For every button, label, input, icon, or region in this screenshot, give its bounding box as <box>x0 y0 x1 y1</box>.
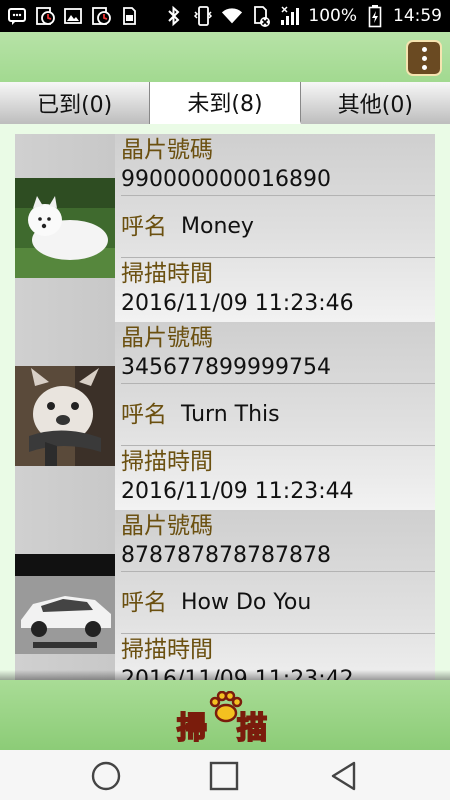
sim-icon <box>118 5 140 27</box>
chip-label: 晶片號碼 <box>121 512 213 539</box>
bluetooth-icon <box>163 5 185 27</box>
signal-icon <box>279 5 301 27</box>
pet-info: 晶片號碼 878787878787878 呼名 How Do You 掃描時間 … <box>115 510 435 680</box>
chip-row: 晶片號碼 345677899999754 <box>121 322 435 384</box>
pet-info: 晶片號碼 990000000016890 呼名 Money 掃描時間 2016/… <box>115 134 435 322</box>
scan-time-label: 掃描時間 <box>121 637 213 663</box>
name-row: 呼名 Turn This <box>121 384 435 446</box>
app-bar <box>0 32 450 82</box>
scan-logo-char: 掃 <box>176 710 208 747</box>
vibrate-icon <box>192 5 214 27</box>
pet-photo <box>15 510 115 680</box>
scan-time-row: 掃描時間 2016/11/09 11:23:46 <box>121 258 435 320</box>
image-icon <box>62 5 84 27</box>
pet-photo <box>15 322 115 510</box>
list-item[interactable]: 晶片號碼 990000000016890 呼名 Money 掃描時間 2016/… <box>15 134 435 322</box>
scan-time-label: 掃描時間 <box>121 449 213 475</box>
status-time: 14:59 <box>393 6 442 26</box>
list-item[interactable]: 晶片號碼 345677899999754 呼名 Turn This 掃描時間 2… <box>15 322 435 510</box>
name-row: 呼名 How Do You <box>121 572 435 634</box>
scan-time-row: 掃描時間 2016/11/09 11:23:44 <box>121 446 435 508</box>
clock-icon <box>34 5 56 27</box>
battery-icon <box>364 5 386 28</box>
menu-dot <box>421 55 427 61</box>
chip-row: 晶片號碼 990000000016890 <box>121 134 435 196</box>
clock-icon <box>90 5 112 27</box>
chip-number: 345677899999754 <box>121 354 331 380</box>
bottom-bar: 掃 描 <box>0 670 450 750</box>
pet-name: Turn This <box>181 401 280 427</box>
pet-info: 晶片號碼 345677899999754 呼名 Turn This 掃描時間 2… <box>115 322 435 510</box>
tab-not-arrived[interactable]: 未到(8) <box>150 82 301 124</box>
name-label: 呼名 <box>121 401 167 428</box>
recents-square-icon[interactable] <box>207 759 241 793</box>
system-nav-bar <box>0 750 450 800</box>
tab-bar: 已到(0) 未到(8) 其他(0) <box>0 82 450 124</box>
white-dog-photo <box>15 178 115 278</box>
status-right-icons: 100% 14:59 <box>163 0 442 32</box>
car-model-photo <box>15 554 115 654</box>
scan-time: 2016/11/09 11:23:44 <box>121 479 354 504</box>
scan-time-label: 掃描時間 <box>121 261 213 287</box>
tab-other[interactable]: 其他(0) <box>300 82 450 124</box>
back-triangle-icon[interactable] <box>327 759 361 793</box>
message-icon <box>6 5 28 27</box>
home-circle-icon[interactable] <box>89 759 123 793</box>
name-label: 呼名 <box>121 213 167 240</box>
list-item[interactable]: 晶片號碼 878787878787878 呼名 How Do You 掃描時間 … <box>15 510 435 680</box>
pet-list[interactable]: 晶片號碼 990000000016890 呼名 Money 掃描時間 2016/… <box>15 134 435 680</box>
tab-arrived[interactable]: 已到(0) <box>0 82 151 124</box>
chip-label: 晶片號碼 <box>121 136 213 163</box>
scan-time: 2016/11/09 11:23:46 <box>121 291 354 316</box>
scan-button[interactable]: 掃 描 <box>175 685 275 747</box>
menu-dot <box>421 64 427 70</box>
scan-logo-char: 描 <box>236 710 268 747</box>
chip-number: 990000000016890 <box>121 166 331 192</box>
status-left-icons <box>6 5 140 27</box>
battery-percent: 100% <box>308 6 357 26</box>
bulldog-photo <box>15 366 115 466</box>
menu-dot <box>421 46 427 52</box>
chip-number: 878787878787878 <box>121 542 331 568</box>
pet-photo <box>15 134 115 322</box>
pet-name: Money <box>181 213 254 239</box>
name-label: 呼名 <box>121 589 167 616</box>
status-bar: 100% 14:59 <box>0 0 450 32</box>
sim-off-icon <box>250 5 272 27</box>
name-row: 呼名 Money <box>121 196 435 258</box>
chip-label: 晶片號碼 <box>121 324 213 351</box>
chip-row: 晶片號碼 878787878787878 <box>121 510 435 572</box>
overflow-menu-icon[interactable] <box>406 40 442 76</box>
wifi-icon <box>221 5 243 27</box>
pet-name: How Do You <box>181 589 312 615</box>
